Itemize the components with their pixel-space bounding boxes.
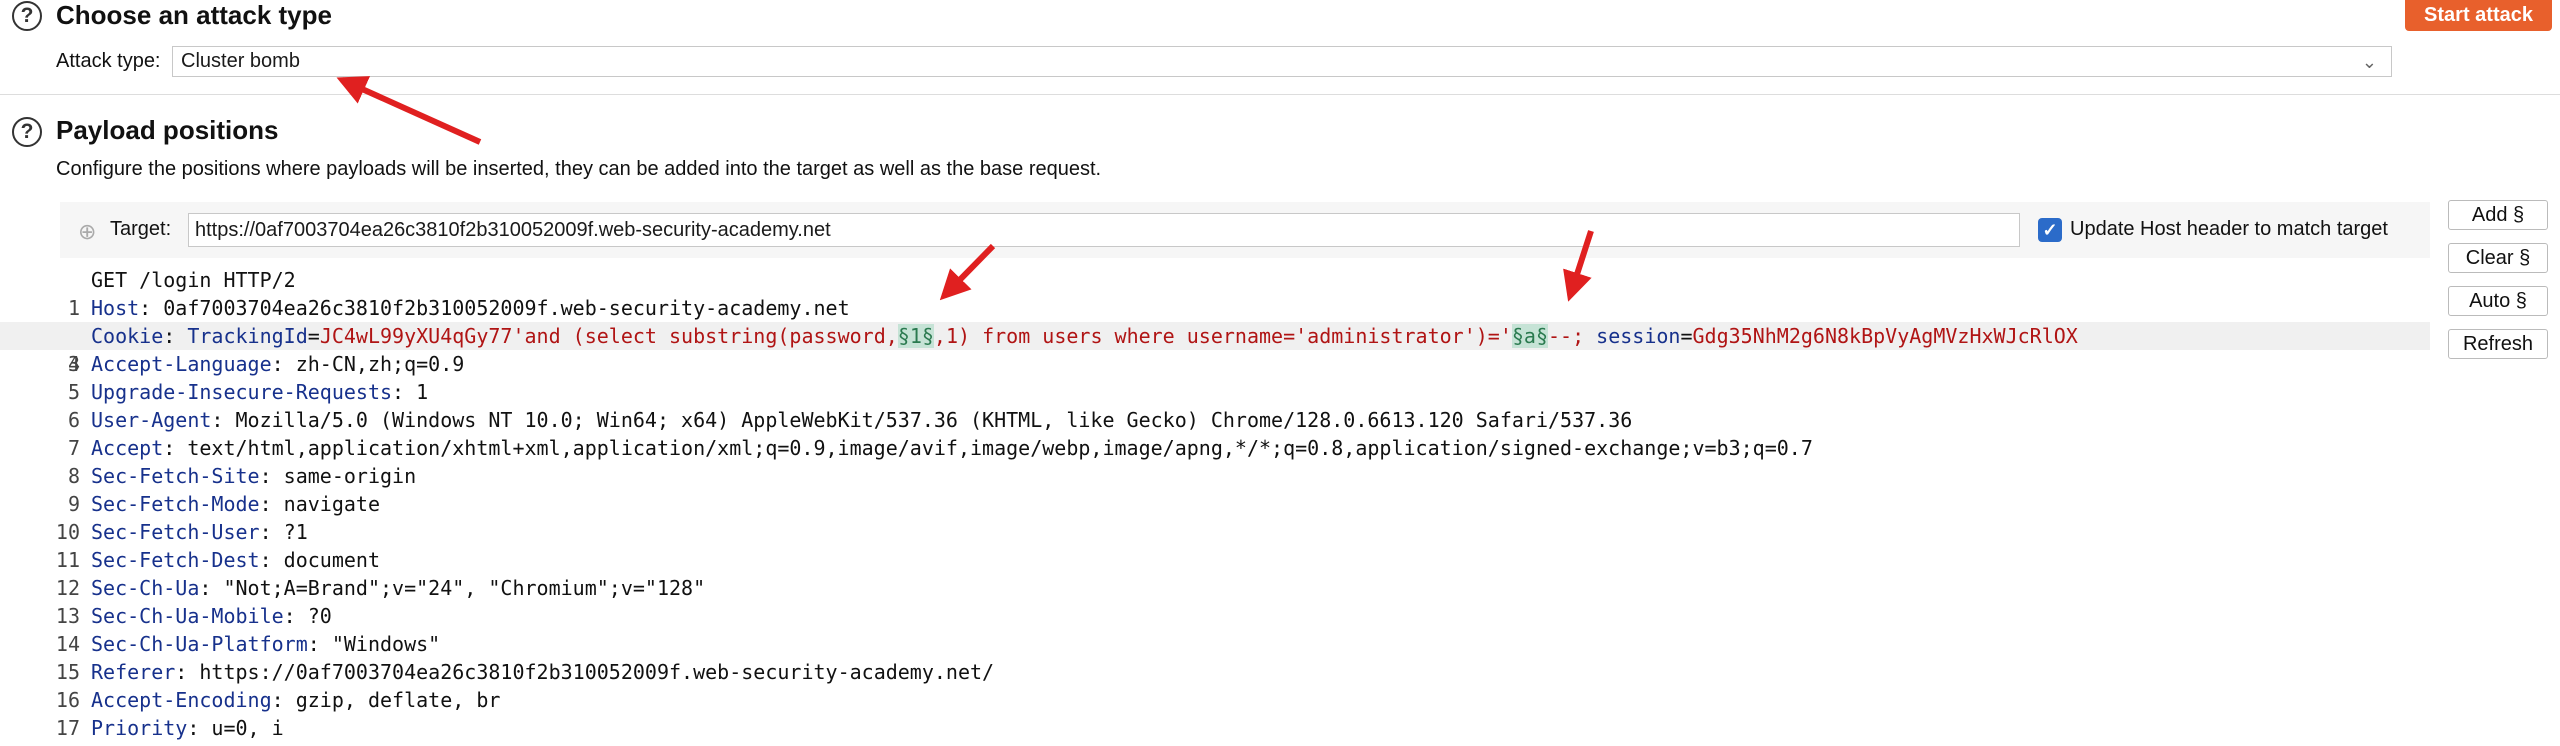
cookie-value-mid: ,1) from users where username='administr… xyxy=(933,324,1512,348)
payload-marker-2[interactable]: §a§ xyxy=(1511,324,1548,348)
line-number: 13 xyxy=(55,604,80,628)
cookie-value-after: --; xyxy=(1548,324,1585,348)
line-number: 12 xyxy=(55,576,80,600)
header-line: 4 Accept-Language: zh-CN,zh;q=0.9 xyxy=(0,350,2430,378)
header-key: Sec-Ch-Ua xyxy=(91,576,200,600)
payload-positions-title: Payload positions xyxy=(56,115,279,145)
refresh-button[interactable]: Refresh xyxy=(2448,329,2548,359)
auto-markers-button[interactable]: Auto § xyxy=(2448,286,2548,316)
header-line-host: 2 Host: 0af7003704ea26c3810f2b310052009f… xyxy=(0,294,2430,348)
header-value: 0af7003704ea26c3810f2b310052009f.web-sec… xyxy=(163,296,850,320)
header-value: gzip, deflate, br xyxy=(295,688,501,712)
header-line: 9 Sec-Fetch-Mode: navigate xyxy=(0,490,2430,518)
payload-marker-1[interactable]: §1§ xyxy=(897,324,934,348)
header-line: 14 Sec-Ch-Ua-Platform: "Windows" xyxy=(0,630,2430,658)
line-number: 8 xyxy=(67,464,80,488)
add-marker-button[interactable]: Add § xyxy=(2448,200,2548,230)
header-value: ?1 xyxy=(283,520,308,544)
attack-type-select[interactable]: Cluster bomb ⌄ xyxy=(172,46,2392,77)
line-number: 10 xyxy=(55,520,80,544)
header-line: 13 Sec-Ch-Ua-Mobile: ?0 xyxy=(0,602,2430,630)
header-line: 10 Sec-Fetch-User: ?1 xyxy=(0,518,2430,546)
header-line: 6 User-Agent: Mozilla/5.0 (Windows NT 10.… xyxy=(0,406,2430,434)
line-number: 5 xyxy=(67,380,80,404)
cookie-name: TrackingId xyxy=(187,324,308,348)
line-number: 11 xyxy=(55,548,80,572)
header-key: Referer xyxy=(91,660,176,684)
header-line: 16 Accept-Encoding: gzip, deflate, br xyxy=(0,686,2430,714)
header-line: 11 Sec-Fetch-Dest: document xyxy=(0,546,2430,574)
payload-positions-description: Configure the positions where payloads w… xyxy=(56,158,1102,180)
header-key: Accept-Language xyxy=(91,352,272,376)
attack-type-label: Attack type: xyxy=(56,50,161,72)
line-number: 4 xyxy=(67,352,80,376)
session-cookie-name: session xyxy=(1596,324,1681,348)
line-number: 6 xyxy=(67,408,80,432)
header-key: Sec-Ch-Ua-Mobile xyxy=(91,604,284,628)
request-editor[interactable]: 1 GET /login HTTP/2 2 Host: 0af7003704ea… xyxy=(0,266,2440,746)
line-number: 15 xyxy=(55,660,80,684)
attack-type-title: Choose an attack type xyxy=(56,0,332,30)
section-divider xyxy=(0,94,2560,95)
header-value: "Not;A=Brand";v="24", "Chromium";v="128" xyxy=(223,576,706,600)
chevron-down-icon: ⌄ xyxy=(2361,52,2377,72)
header-line: 12 Sec-Ch-Ua: "Not;A=Brand";v="24", "Chro… xyxy=(0,574,2430,602)
line-number: 17 xyxy=(55,716,80,740)
payload-positions-help-icon[interactable]: ? xyxy=(12,117,42,147)
header-key: Upgrade-Insecure-Requests xyxy=(91,380,393,404)
line-number: 16 xyxy=(55,688,80,712)
crosshair-icon: ⊕ xyxy=(78,219,97,244)
target-input[interactable]: https://0af7003704ea26c3810f2b310052009f… xyxy=(188,213,2020,247)
header-value: https://0af7003704ea26c3810f2b310052009f… xyxy=(199,660,995,684)
header-value: document xyxy=(283,548,380,572)
attack-type-value: Cluster bomb xyxy=(181,50,300,72)
request-line-text: GET /login HTTP/2 xyxy=(91,268,296,292)
cookie-value-before: JC4wL99yXU4qGy77'and (select substring(p… xyxy=(319,324,898,348)
header-key: Sec-Fetch-Dest xyxy=(91,548,260,572)
header-key: Sec-Fetch-User xyxy=(91,520,260,544)
header-line: 5 Upgrade-Insecure-Requests: 1 xyxy=(0,378,2430,406)
header-key: Sec-Fetch-Site xyxy=(91,464,260,488)
arrow-attack-type xyxy=(336,76,482,145)
attack-type-help-icon[interactable]: ? xyxy=(12,1,42,31)
header-value: 1 xyxy=(416,380,429,404)
header-value: text/html,application/xhtml+xml,applicat… xyxy=(187,436,1813,460)
target-label: Target: xyxy=(110,218,172,240)
header-key: Sec-Ch-Ua-Platform xyxy=(91,632,308,656)
target-value: https://0af7003704ea26c3810f2b310052009f… xyxy=(195,218,831,241)
header-key: Accept-Encoding xyxy=(91,688,272,712)
header-value: Mozilla/5.0 (Windows NT 10.0; Win64; x64… xyxy=(235,408,1633,432)
header-value: "Windows" xyxy=(331,632,441,656)
header-line: 8 Sec-Fetch-Site: same-origin xyxy=(0,462,2430,490)
header-key: Cookie xyxy=(91,324,164,348)
start-attack-button[interactable]: Start attack xyxy=(2405,0,2552,31)
header-value: ?0 xyxy=(307,604,332,628)
session-cookie-value: Gdg35NhM2g6N8kBpVyAgMVzHxWJcRlOX xyxy=(1692,324,2078,348)
header-line: 15 Referer: https://0af7003704ea26c3810f2… xyxy=(0,658,2430,686)
update-host-label: Update Host header to match target xyxy=(2070,218,2388,240)
header-line-cookie: 3 Cookie: TrackingId=JC4wL99yXU4qGy77'an… xyxy=(0,322,2430,376)
clear-markers-button[interactable]: Clear § xyxy=(2448,243,2548,273)
header-value: zh-CN,zh;q=0.9 xyxy=(295,352,465,376)
header-key: Sec-Fetch-Mode xyxy=(91,492,260,516)
line-number: 9 xyxy=(67,492,80,516)
header-line: 7 Accept: text/html,application/xhtml+xml… xyxy=(0,434,2430,462)
header-value: same-origin xyxy=(283,464,417,488)
header-key: Accept xyxy=(91,436,164,460)
line-number: 7 xyxy=(67,436,80,460)
header-value: navigate xyxy=(283,492,380,516)
header-key: Priority xyxy=(91,716,188,740)
request-line: 1 GET /login HTTP/2 xyxy=(0,266,2430,320)
header-line: 17 Priority: u=0, i xyxy=(0,714,2430,742)
header-key: User-Agent xyxy=(91,408,212,432)
header-value: u=0, i xyxy=(211,716,284,740)
update-host-checkbox[interactable]: ✓ xyxy=(2038,218,2062,242)
header-key: Host xyxy=(91,296,140,320)
line-number: 14 xyxy=(55,632,80,656)
